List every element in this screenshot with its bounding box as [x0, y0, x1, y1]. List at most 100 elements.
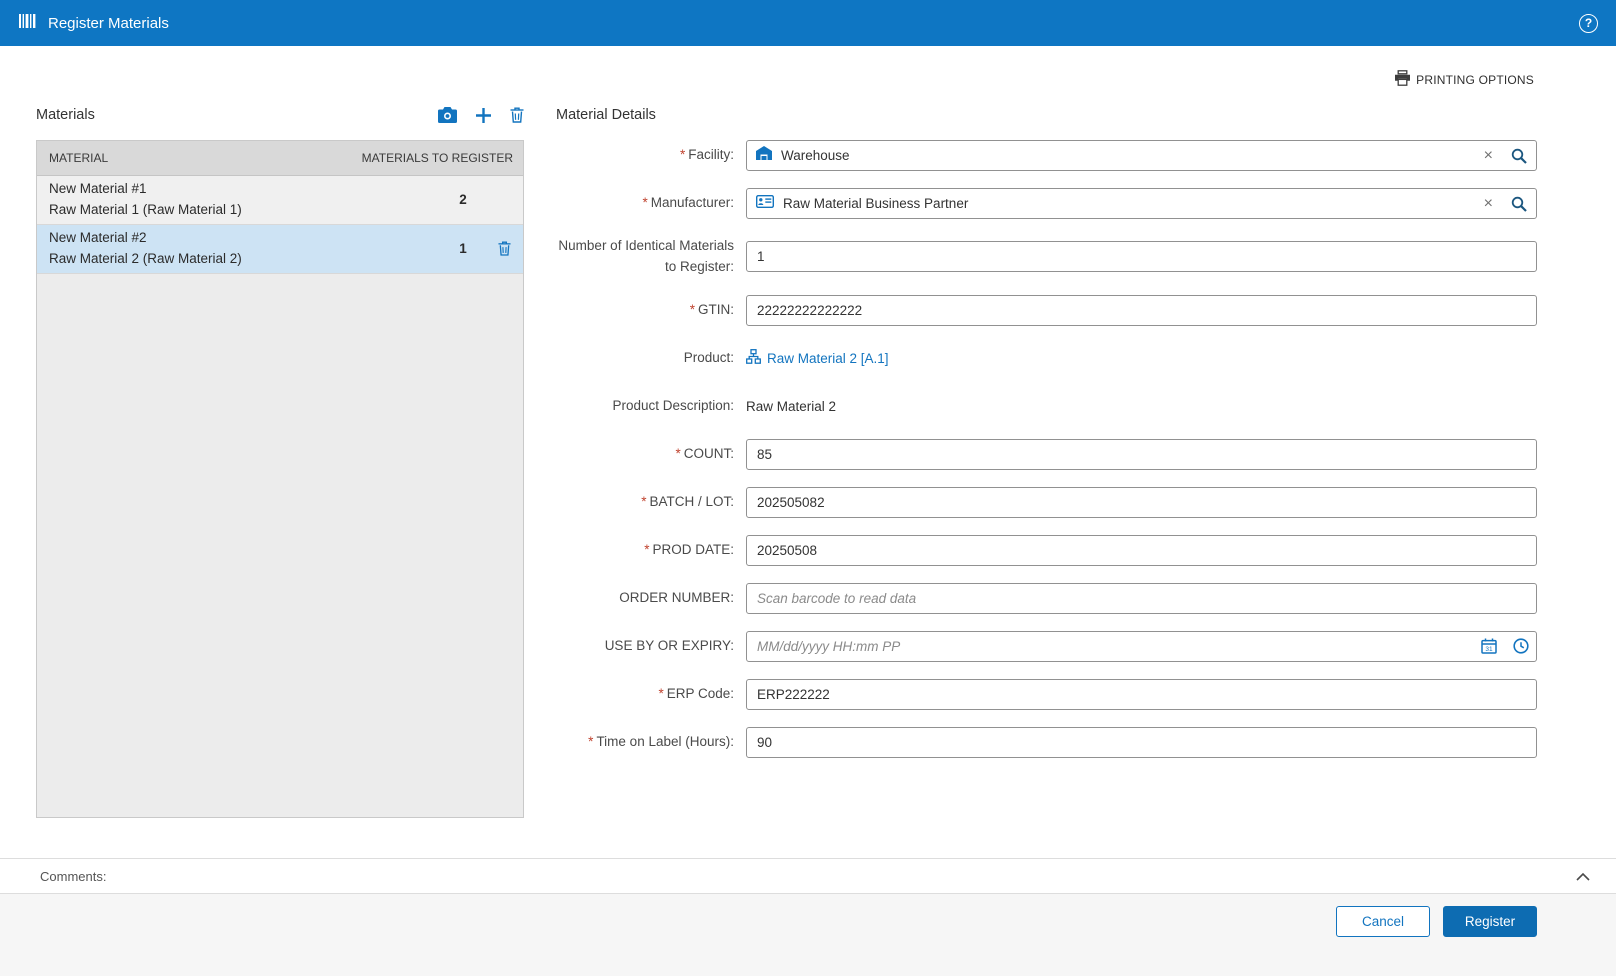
column-material: MATERIAL [49, 151, 109, 165]
materials-toolbar [438, 107, 524, 124]
product-label: Product: [683, 349, 734, 365]
calendar-icon[interactable]: 31 [1481, 631, 1497, 662]
material-details-panel: Material Details * Facility: Warehouse × … [556, 100, 1537, 775]
facility-clear-icon[interactable]: × [1472, 147, 1505, 164]
manufacturer-input[interactable]: Raw Material Business Partner × [746, 188, 1537, 219]
comments-bar: Comments: [0, 858, 1616, 894]
prod-date-label: * PROD DATE: [644, 541, 734, 557]
gtin-input[interactable] [746, 294, 1537, 326]
batch-lot-label: * BATCH / LOT: [641, 493, 734, 509]
facility-input[interactable]: Warehouse × [746, 140, 1537, 171]
material-name: New Material #2 [49, 229, 147, 245]
printing-options-label: PRINTING OPTIONS [1416, 72, 1534, 87]
table-row[interactable]: New Material #1 Raw Material 1 (Raw Mate… [37, 176, 523, 225]
use-by-expiry-input[interactable] [746, 630, 1537, 662]
facility-label: * Facility: [679, 147, 734, 163]
batch-lot-input[interactable] [746, 486, 1537, 518]
product-description-label: Product Description: [612, 397, 734, 413]
field-product-description: Product Description: Raw Material 2 [556, 391, 1537, 422]
required-marker: * [588, 733, 594, 749]
row-delete-icon[interactable] [485, 241, 523, 256]
svg-text:31: 31 [1485, 646, 1493, 653]
materials-table-header: MATERIAL MATERIALS TO REGISTER [37, 141, 523, 176]
materials-to-register-count: 1 [459, 241, 467, 257]
chevron-up-icon[interactable] [1576, 872, 1590, 881]
required-marker: * [644, 541, 650, 557]
product-value-row: Raw Material 2 [A.1] [746, 349, 1537, 367]
count-input[interactable] [746, 438, 1537, 470]
product-description-value: Raw Material 2 [746, 398, 837, 414]
manufacturer-clear-icon[interactable]: × [1472, 195, 1505, 212]
row-text: New Material #2 Raw Material 2 (Raw Mate… [49, 228, 441, 270]
field-gtin: * GTIN: [556, 294, 1537, 326]
erp-code-label: * ERP Code: [658, 685, 734, 701]
page-title: Register Materials [48, 14, 169, 32]
materials-table: MATERIAL MATERIALS TO REGISTER New Mater… [36, 140, 524, 818]
register-button[interactable]: Register [1443, 906, 1537, 937]
required-marker: * [689, 301, 695, 317]
order-number-label: ORDER NUMBER: [619, 589, 734, 605]
facility-icon [756, 146, 772, 165]
materials-title: Materials [36, 107, 95, 123]
facility-value: Warehouse [781, 148, 850, 163]
materials-panel: Materials MATERIAL MATERIALS TO REGISTER… [36, 100, 524, 818]
required-marker: * [679, 147, 686, 163]
cancel-button[interactable]: Cancel [1336, 906, 1430, 937]
field-facility: * Facility: Warehouse × [556, 140, 1537, 171]
comments-label: Comments: [40, 868, 107, 884]
clock-icon[interactable] [1513, 631, 1529, 662]
identical-count-label: Number of Identical Materials to Registe… [558, 238, 734, 274]
product-hierarchy-icon [746, 349, 761, 367]
count-label: * COUNT: [675, 445, 734, 461]
app-header: Register Materials ? [0, 0, 1616, 46]
use-by-expiry-label: USE BY OR EXPIRY: [604, 637, 734, 653]
footer: Cancel Register [0, 894, 1616, 976]
material-name: New Material #1 [49, 181, 147, 196]
material-description: Raw Material 2 (Raw Material 2) [49, 250, 242, 266]
printer-icon [1394, 70, 1411, 89]
product-link[interactable]: Raw Material 2 [A.1] [746, 349, 889, 367]
prod-date-input[interactable] [746, 534, 1537, 566]
required-marker: * [642, 195, 648, 211]
add-material-icon[interactable] [475, 107, 492, 124]
manufacturer-label: * Manufacturer: [642, 195, 734, 211]
column-materials-to-register: MATERIALS TO REGISTER [361, 151, 513, 165]
manufacturer-value: Raw Material Business Partner [783, 196, 969, 211]
printing-options-button[interactable]: PRINTING OPTIONS [1394, 70, 1534, 89]
required-marker: * [658, 685, 664, 701]
table-row-selected[interactable]: New Material #2 Raw Material 2 (Raw Mate… [37, 224, 523, 274]
field-manufacturer: * Manufacturer: Raw Material Business Par… [556, 188, 1537, 219]
register-materials-app: Register Materials ? PRINTING OPTIONS Ma… [0, 0, 1616, 976]
required-marker: * [675, 445, 681, 461]
gtin-label: * GTIN: [689, 301, 734, 317]
time-on-label-input[interactable] [746, 726, 1537, 758]
field-time-on-label: * Time on Label (Hours): [556, 726, 1537, 758]
field-erp-code: * ERP Code: [556, 678, 1537, 710]
help-icon[interactable]: ? [1579, 13, 1598, 33]
required-marker: * [641, 493, 647, 509]
field-product: Product: Raw Material 2 [A.1] [556, 343, 1537, 374]
materials-to-register-count: 2 [459, 192, 467, 208]
material-details-title: Material Details [556, 107, 656, 123]
erp-code-input[interactable] [746, 678, 1537, 710]
use-by-expiry-wrap: 31 [746, 630, 1537, 662]
field-batch-lot: * BATCH / LOT: [556, 486, 1537, 518]
manufacturer-search-icon[interactable] [1505, 196, 1527, 212]
order-number-input[interactable] [746, 582, 1537, 614]
facility-search-icon[interactable] [1505, 148, 1527, 164]
camera-icon[interactable] [438, 107, 457, 123]
field-count: * COUNT: [556, 438, 1537, 470]
material-description: Raw Material 1 (Raw Material 1) [49, 201, 242, 217]
field-use-by-expiry: USE BY OR EXPIRY: 31 [556, 630, 1537, 662]
identical-count-input[interactable] [746, 241, 1537, 273]
delete-material-icon[interactable] [510, 107, 524, 123]
row-text: New Material #1 Raw Material 1 (Raw Mate… [49, 179, 441, 221]
field-identical-count: Number of Identical Materials to Registe… [556, 236, 1537, 278]
business-partner-icon [755, 194, 775, 213]
product-link-text: Raw Material 2 [A.1] [767, 350, 889, 366]
field-prod-date: * PROD DATE: [556, 534, 1537, 566]
field-order-number: ORDER NUMBER: [556, 582, 1537, 614]
barcode-icon [18, 13, 38, 34]
materials-panel-header: Materials [36, 100, 524, 130]
time-on-label-label: * Time on Label (Hours): [588, 733, 734, 749]
